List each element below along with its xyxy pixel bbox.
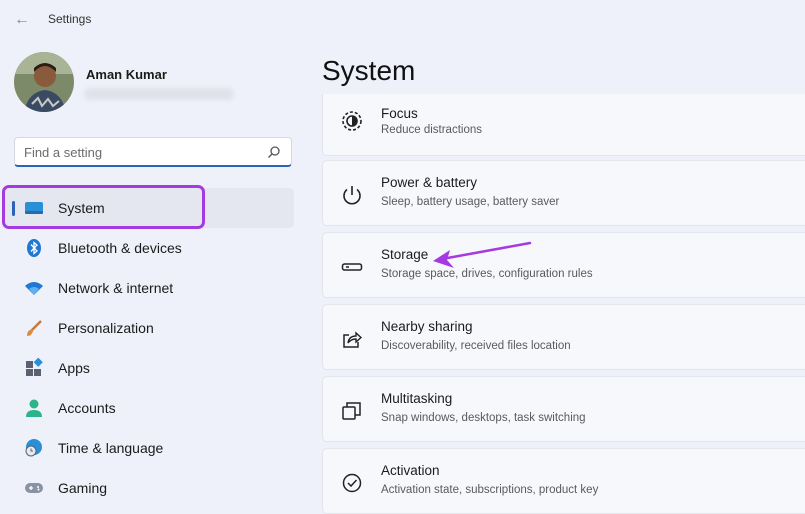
- sidebar-item-network[interactable]: Network & internet: [4, 268, 294, 308]
- sidebar-item-label: Accounts: [58, 400, 116, 416]
- sidebar-item-label: Network & internet: [58, 280, 174, 296]
- card-subtitle: Reduce distractions: [381, 124, 482, 136]
- sidebar-item-label: Apps: [58, 360, 90, 376]
- settings-card-activation[interactable]: Activation Activation state, subscriptio…: [322, 448, 805, 514]
- card-subtitle: Discoverability, received files location: [381, 340, 571, 352]
- card-title: Nearby sharing: [381, 319, 473, 334]
- sidebar-item-label: System: [58, 200, 105, 216]
- check-circle-icon: [342, 473, 362, 493]
- back-arrow-icon[interactable]: ←: [12, 10, 32, 30]
- title-bar: ← Settings: [0, 0, 805, 40]
- sidebar-item-label: Bluetooth & devices: [58, 240, 182, 256]
- apps-icon: [26, 358, 43, 376]
- search-input[interactable]: [24, 143, 259, 161]
- card-subtitle: Activation state, subscriptions, product…: [381, 484, 599, 496]
- card-title: Multitasking: [381, 391, 453, 406]
- card-title: Storage: [381, 247, 429, 262]
- page-title: System: [322, 55, 416, 86]
- sidebar-item-system[interactable]: System: [4, 188, 294, 228]
- settings-card-storage[interactable]: Storage Storage space, drives, configura…: [322, 232, 805, 298]
- bluetooth-icon: [27, 239, 41, 257]
- card-subtitle: Storage space, drives, configuration rul…: [381, 268, 593, 280]
- multitasking-icon: [342, 402, 361, 420]
- storage-icon: [341, 263, 363, 271]
- card-subtitle: Sleep, battery usage, battery saver: [381, 196, 560, 208]
- window-title: Settings: [48, 12, 92, 26]
- wifi-icon: [25, 282, 43, 295]
- settings-card-focus[interactable]: Focus Reduce distractions: [322, 94, 805, 156]
- sidebar-item-label: Personalization: [58, 320, 154, 336]
- brush-icon: [27, 320, 42, 336]
- card-subtitle: Snap windows, desktops, task switching: [381, 412, 586, 424]
- globe-clock-icon: [25, 439, 42, 457]
- share-icon: [343, 331, 363, 348]
- avatar: [14, 52, 74, 112]
- gamepad-icon: [25, 483, 43, 493]
- sidebar-item-gaming[interactable]: Gaming: [4, 468, 294, 508]
- search-icon[interactable]: [267, 145, 281, 159]
- sidebar-nav: System Bluetooth & devices Network & int…: [4, 188, 296, 508]
- card-title: Activation: [381, 463, 440, 478]
- power-icon: [343, 186, 361, 205]
- monitor-icon: [25, 202, 43, 214]
- search-box[interactable]: [14, 137, 292, 167]
- settings-card-multitasking[interactable]: Multitasking Snap windows, desktops, tas…: [322, 376, 805, 442]
- settings-card-nearby-sharing[interactable]: Nearby sharing Discoverability, received…: [322, 304, 805, 370]
- sidebar-item-time-language[interactable]: Time & language: [4, 428, 294, 468]
- user-name: Aman Kumar: [86, 67, 167, 82]
- sidebar-item-label: Time & language: [58, 440, 164, 456]
- active-indicator: [12, 201, 15, 216]
- sidebar-item-bluetooth[interactable]: Bluetooth & devices: [4, 228, 294, 268]
- sidebar-item-apps[interactable]: Apps: [4, 348, 294, 388]
- settings-card-power[interactable]: Power & battery Sleep, battery usage, ba…: [322, 160, 805, 226]
- sidebar-item-accounts[interactable]: Accounts: [4, 388, 294, 428]
- card-title: Focus: [381, 106, 418, 121]
- email-redacted: [84, 88, 234, 100]
- focus-icon: [342, 111, 362, 131]
- sidebar-item-label: Gaming: [58, 480, 108, 496]
- sidebar-item-personalization[interactable]: Personalization: [4, 308, 294, 348]
- card-title: Power & battery: [381, 175, 478, 190]
- person-icon: [26, 399, 42, 417]
